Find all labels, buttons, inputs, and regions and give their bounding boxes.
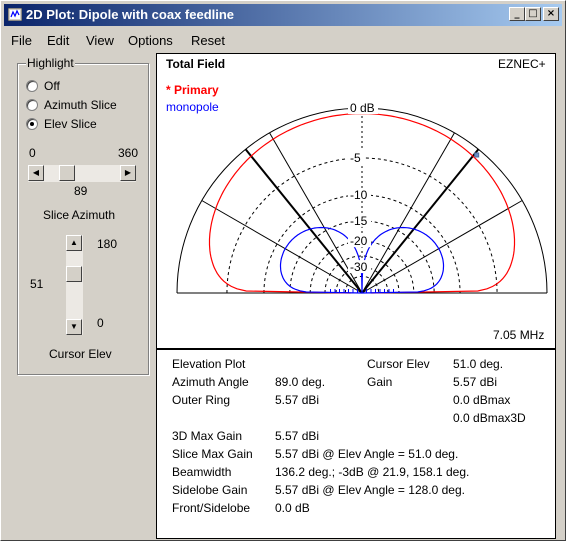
radio-azimuth-slice-label: Azimuth Slice (44, 98, 117, 112)
plot-type-label: Elevation Plot (172, 357, 246, 371)
radial-line (361, 200, 523, 294)
radio-off-circle[interactable] (26, 80, 38, 92)
elev-caption: Cursor Elev (49, 347, 112, 361)
radio-off-label: Off (44, 79, 60, 93)
menu-view[interactable]: View (86, 33, 114, 48)
azimuth-angle-label: Azimuth Angle (172, 375, 249, 389)
cursor-elev-value: 51.0 deg. (453, 357, 504, 371)
title-bar[interactable]: 2D Plot: Dipole with coax feedline _ □ × (4, 4, 562, 26)
front-sidelobe-label: Front/Sidelobe (172, 501, 251, 515)
beamwidth-value: 136.2 deg.; -3dB @ 21.9, 158.1 deg. (275, 465, 470, 479)
radial-line (361, 132, 455, 294)
ring-label: -15 (350, 214, 368, 228)
close-button[interactable]: × (543, 7, 559, 21)
plot-window: 2D Plot: Dipole with coax feedline _ □ ×… (0, 0, 566, 541)
plot-panel[interactable]: Total Field EZNEC+ * Primary monopole 0 … (156, 53, 556, 349)
azimuth-left-arrow[interactable]: ◀ (28, 165, 44, 181)
polar-plot[interactable]: 0 dB -5 -10 -15 -20 -30 (157, 54, 555, 348)
sidelobe-gain-value: 5.57 dBi @ Elev Angle = 128.0 deg. (275, 483, 465, 497)
azimuth-right-arrow[interactable]: ▶ (120, 165, 136, 181)
cursor-marker (474, 152, 480, 158)
front-sidelobe-value: 0.0 dB (275, 501, 310, 515)
menu-options[interactable]: Options (128, 33, 173, 48)
menu-file[interactable]: File (11, 33, 32, 48)
outer-ring-value: 5.57 dBi (275, 393, 320, 407)
max-gain-3d-label: 3D Max Gain (172, 429, 243, 443)
radio-elev-slice-circle[interactable] (26, 118, 38, 130)
azimuth-value: 89 (74, 184, 88, 198)
frequency-label: 7.05 MHz (493, 328, 545, 342)
azimuth-slider-thumb[interactable] (58, 165, 75, 181)
radio-elev-slice-label: Elev Slice (44, 117, 97, 131)
azimuth-max-label: 360 (118, 146, 139, 160)
radio-azimuth-slice-circle[interactable] (26, 99, 38, 111)
menu-edit[interactable]: Edit (47, 33, 69, 48)
radio-selected-dot (30, 122, 34, 126)
ring-label: -20 (350, 234, 368, 248)
elev-down-arrow[interactable]: ▼ (66, 319, 82, 335)
ring-label: -5 (350, 151, 361, 165)
azimuth-caption: Slice Azimuth (43, 208, 116, 222)
gain-value: 5.57 dBi (453, 375, 498, 389)
dbmax-value: 0.0 dBmax (453, 393, 511, 407)
maximize-button[interactable]: □ (525, 7, 541, 21)
elev-slider-thumb[interactable] (66, 265, 82, 282)
elev-bottom-label: 0 (97, 316, 104, 330)
dbmax3d-value: 0.0 dBmax3D (453, 411, 526, 425)
cursor-elev-label: Cursor Elev (367, 357, 430, 371)
elev-top-label: 180 (97, 237, 118, 251)
menu-reset[interactable]: Reset (191, 33, 225, 48)
slice-max-gain-value: 5.57 dBi @ Elev Angle = 51.0 deg. (275, 447, 459, 461)
app-icon (8, 8, 22, 21)
max-gain-3d-value: 5.57 dBi (275, 429, 320, 443)
elev-slider[interactable]: ▲ ▼ (66, 235, 83, 335)
elev-up-arrow[interactable]: ▲ (66, 235, 82, 251)
azimuth-slider[interactable]: ◀ ▶ (28, 165, 136, 182)
window-title: 2D Plot: Dipole with coax feedline (26, 7, 235, 22)
ring-label: -10 (350, 188, 368, 202)
menu-bar: File Edit View Options Reset (4, 30, 562, 50)
highlight-group-title: Highlight (26, 56, 75, 70)
minimize-button[interactable]: _ (509, 7, 525, 21)
elev-value: 51 (30, 277, 44, 291)
outer-ring-label: Outer Ring (172, 393, 231, 407)
slice-max-gain-label: Slice Max Gain (172, 447, 253, 461)
info-panel: Elevation Plot Cursor Elev 51.0 deg. Azi… (156, 349, 556, 539)
ring-label: -30 (350, 260, 368, 274)
highlight-group: Highlight Off Azimuth Slice Elev Slice 0… (17, 56, 149, 375)
azimuth-angle-value: 89.0 deg. (275, 375, 326, 389)
gain-label: Gain (367, 375, 393, 389)
beamwidth-label: Beamwidth (172, 465, 232, 479)
sidelobe-gain-label: Sidelobe Gain (172, 483, 248, 497)
azimuth-min-label: 0 (29, 146, 36, 160)
ring-label: 0 dB (350, 101, 375, 115)
